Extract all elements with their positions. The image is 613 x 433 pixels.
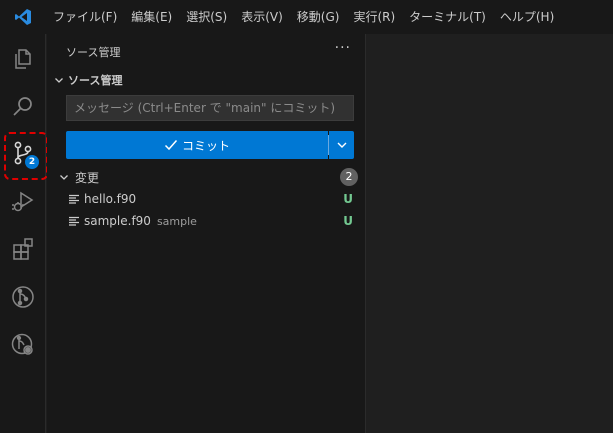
git-graph-icon[interactable] bbox=[0, 275, 46, 319]
changed-file-row[interactable]: hello.f90 U bbox=[69, 188, 358, 210]
chevron-down-icon bbox=[55, 78, 63, 83]
activity-bar: 2 bbox=[0, 34, 48, 433]
changed-file-row[interactable]: sample.f90 sample U bbox=[69, 210, 358, 232]
changes-label: 変更 bbox=[75, 170, 100, 185]
file-status-untracked: U bbox=[343, 192, 353, 206]
menu-help[interactable]: ヘルプ(H) bbox=[493, 0, 561, 34]
changes-count-badge: 2 bbox=[340, 168, 358, 186]
changes-group-header[interactable]: 変更 2 bbox=[58, 167, 358, 187]
chevron-down-icon bbox=[60, 175, 68, 180]
menu-selection[interactable]: 選択(S) bbox=[179, 0, 234, 34]
chevron-down-icon bbox=[337, 142, 346, 148]
menu-terminal[interactable]: ターミナル(T) bbox=[402, 0, 493, 34]
check-icon bbox=[164, 140, 178, 151]
commit-button[interactable]: コミット bbox=[66, 131, 328, 159]
commit-dropdown-button[interactable] bbox=[329, 131, 354, 159]
file-description: sample bbox=[156, 214, 197, 228]
source-control-highlight bbox=[4, 132, 48, 180]
git-history-icon[interactable] bbox=[0, 323, 46, 367]
extensions-icon[interactable] bbox=[0, 227, 46, 271]
scm-section-header[interactable]: ソース管理 bbox=[53, 72, 122, 88]
menu-view[interactable]: 表示(V) bbox=[234, 0, 290, 34]
sidebar-title: ソース管理 bbox=[66, 46, 121, 59]
file-status-untracked: U bbox=[343, 214, 353, 228]
search-icon[interactable] bbox=[0, 84, 46, 128]
more-actions-icon[interactable]: ··· bbox=[335, 40, 351, 56]
menu-go[interactable]: 移動(G) bbox=[290, 0, 347, 34]
file-lines-icon bbox=[69, 194, 79, 204]
menu-file[interactable]: ファイル(F) bbox=[46, 0, 124, 34]
explorer-icon[interactable] bbox=[0, 37, 46, 81]
commit-message-input[interactable] bbox=[66, 95, 354, 121]
file-name: sample.f90 bbox=[84, 214, 151, 228]
commit-button-label: コミット bbox=[181, 138, 230, 153]
title-bar: ファイル(F) 編集(E) 選択(S) 表示(V) 移動(G) 実行(R) ター… bbox=[0, 0, 613, 34]
menu-run[interactable]: 実行(R) bbox=[346, 0, 402, 34]
source-control-badge: 2 bbox=[25, 155, 39, 169]
run-debug-icon[interactable] bbox=[0, 179, 46, 223]
scm-section-title: ソース管理 bbox=[68, 74, 123, 87]
source-control-sidebar: ソース管理 ··· ソース管理 コミット 変更 2 hello.f90 U bbox=[47, 34, 366, 433]
menu-edit[interactable]: 編集(E) bbox=[124, 0, 179, 34]
editor-area[interactable] bbox=[366, 34, 613, 433]
file-lines-icon bbox=[69, 216, 79, 226]
file-name: hello.f90 bbox=[84, 192, 137, 206]
vscode-logo-icon[interactable] bbox=[0, 0, 46, 34]
